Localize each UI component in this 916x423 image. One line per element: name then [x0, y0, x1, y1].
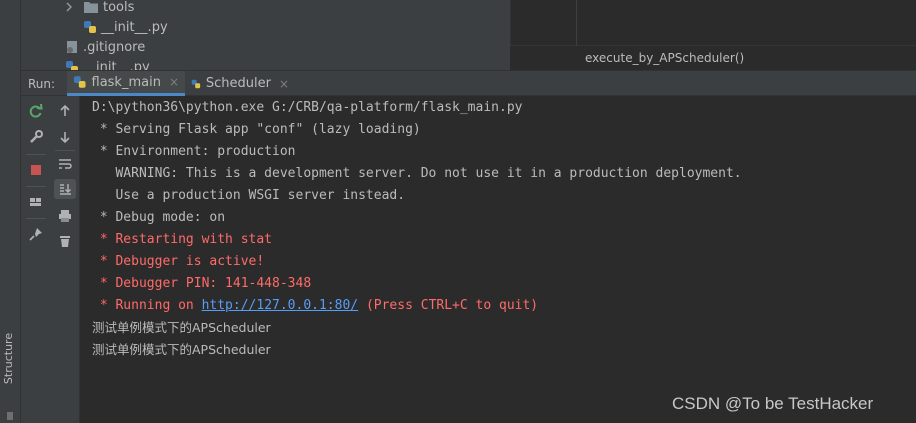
breadcrumb-item[interactable]: execute_by_APScheduler() [585, 51, 744, 65]
running-prefix: * Running on [92, 298, 202, 313]
left-tool-strip: Structure [0, 0, 21, 423]
console-line: Use a production WSGI server instead. [92, 188, 406, 203]
console-line-running: * Running on http://127.0.0.1:80/ (Press… [92, 295, 538, 317]
rerun-icon [29, 103, 43, 118]
server-url-link[interactable]: http://127.0.0.1:80/ [202, 298, 359, 313]
watermark: CSDN @To be TestHacker [672, 394, 874, 413]
scroll-to-end-button[interactable] [54, 179, 76, 199]
up-stack-button[interactable] [54, 101, 76, 121]
trash-icon [60, 236, 70, 247]
tree-item-label: __init__.py [83, 59, 150, 71]
scroll-to-end-icon [60, 184, 71, 195]
strip-indicator [7, 412, 13, 420]
toolbar-divider [26, 186, 46, 187]
print-button[interactable] [54, 206, 76, 226]
run-toolbar-primary [21, 96, 50, 423]
clear-all-button[interactable] [54, 231, 76, 251]
close-icon[interactable]: × [279, 77, 289, 91]
python-file-icon [66, 61, 78, 70]
project-tree: tools __init__.py .gitignore __init__.py [21, 0, 510, 70]
tree-item-gitignore[interactable]: .gitignore [65, 37, 145, 57]
tree-item-label: .gitignore [83, 39, 146, 55]
run-tab-bar: Run: flask_main × Scheduler × [21, 70, 916, 96]
run-label: Run: [28, 77, 56, 91]
tab-label: Scheduler [205, 76, 271, 91]
chevron-right-icon[interactable] [65, 2, 73, 12]
down-stack-button[interactable] [54, 127, 76, 147]
console-line: 测试单例模式下的APScheduler [92, 320, 271, 335]
running-suffix: (Press CTRL+C to quit) [358, 298, 539, 313]
console-line: D:\python36\python.exe G:/CRB/qa-platfor… [92, 100, 523, 115]
editor-divider [576, 0, 577, 45]
layout-icon [30, 198, 41, 206]
arrow-up-icon [60, 104, 70, 116]
tree-item-init-py-2[interactable]: __init__.py [65, 57, 150, 70]
soft-wrap-icon [59, 159, 72, 169]
restore-layout-button[interactable] [25, 192, 47, 212]
console-line: WARNING: This is a development server. D… [92, 166, 742, 181]
tab-scheduler[interactable]: Scheduler × [185, 71, 295, 96]
rerun-button[interactable] [25, 101, 47, 121]
structure-tab-label: Structure [2, 332, 16, 385]
stop-button[interactable] [25, 160, 47, 180]
print-icon [59, 210, 71, 222]
wrench-icon [30, 130, 43, 143]
tree-item-label: tools [103, 0, 135, 15]
python-file-icon [73, 76, 86, 88]
python-file-icon [191, 79, 201, 88]
console-line: 测试单例模式下的APScheduler [92, 342, 271, 357]
soft-wrap-button[interactable] [54, 154, 76, 174]
modify-config-button[interactable] [25, 127, 47, 147]
tree-item-label: __init__.py [101, 19, 168, 35]
console-line: * Debug mode: on [92, 210, 226, 225]
toolbar-divider [26, 154, 46, 155]
close-icon[interactable]: × [169, 75, 179, 89]
console-line: * Serving Flask app "conf" (lazy loading… [92, 122, 421, 137]
pin-icon [29, 228, 42, 241]
pin-tab-button[interactable] [25, 224, 47, 244]
console-line-error: * Debugger is active! [92, 254, 265, 269]
console-line: * Environment: production [92, 144, 296, 159]
stop-icon [31, 165, 41, 175]
console-output[interactable]: D:\python36\python.exe G:/CRB/qa-platfor… [81, 96, 916, 423]
structure-tab[interactable]: Structure [2, 330, 19, 390]
console-line-error: * Debugger PIN: 141-448-348 [92, 276, 312, 291]
console-line-error: * Restarting with stat [92, 232, 273, 247]
tree-item-tools[interactable]: tools [65, 0, 134, 17]
toolbar-divider [26, 218, 46, 219]
tree-item-init-py[interactable]: __init__.py [83, 17, 168, 37]
breadcrumb: execute_by_APScheduler() [510, 45, 916, 70]
arrow-down-icon [60, 132, 70, 144]
run-toolbar-secondary [50, 96, 80, 423]
tab-flask-main[interactable]: flask_main × [67, 71, 185, 96]
gitignore-file-icon [67, 41, 77, 53]
tab-label: flask_main [91, 74, 161, 90]
toolbar-divider [55, 150, 75, 151]
python-file-icon [84, 21, 96, 33]
folder-icon [84, 2, 98, 13]
